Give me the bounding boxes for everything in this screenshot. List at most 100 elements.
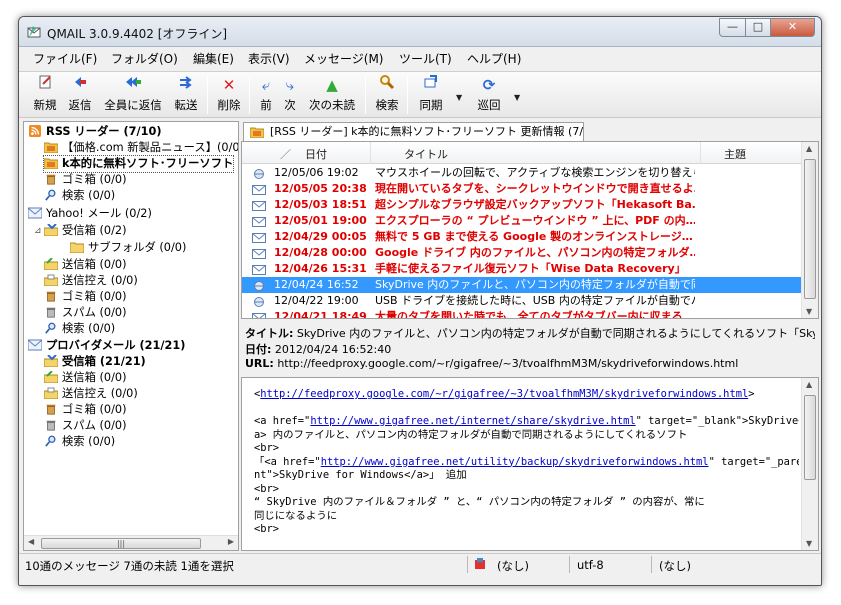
message-row[interactable]: 12/05/05 20:38 現在開いているタブを、シークレットウインドウで開き直… — [242, 181, 802, 197]
sync-dropdown-icon[interactable]: ▼ — [456, 93, 462, 102]
reply-button[interactable]: 返信 — [66, 74, 94, 113]
prev-button[interactable]: ⤶ 前 — [257, 74, 275, 113]
folder-item[interactable]: Yahoo! メール (0/2) — [28, 206, 152, 222]
menu-edit[interactable]: 編集(E) — [193, 50, 234, 67]
maximize-button[interactable]: □ — [745, 18, 771, 37]
title-column-header[interactable]: タイトル — [404, 146, 448, 162]
message-row[interactable]: 12/04/28 00:00 Google ドライブ 内のファイルと、パソコン内の… — [242, 245, 802, 261]
subject-column-header[interactable]: 主題 — [724, 146, 746, 162]
message-row[interactable]: 12/04/24 16:52 SkyDrive 内のファイルと、パソコン内の特定フ… — [242, 277, 802, 293]
folder-item[interactable]: 検索 (0/0) — [44, 434, 115, 450]
message-row[interactable]: 12/05/01 19:00 エクスプローラの “ プレビューウインドウ ” 上に… — [242, 213, 802, 229]
folder-item[interactable]: スパム (0/0) — [44, 305, 126, 321]
folder-item[interactable]: ゴミ箱 (0/0) — [44, 289, 126, 305]
body-link[interactable]: http://feedproxy.google.com/~r/gigafree/… — [260, 388, 748, 400]
message-header: タイトル: SkyDrive 内のファイルと、パソコン内の特定フォルダが自動で同… — [241, 321, 819, 377]
forward-button[interactable]: 転送 — [171, 74, 201, 113]
minimize-button[interactable]: — — [719, 18, 746, 37]
unread-mail-icon — [252, 312, 266, 318]
scroll-up-icon[interactable]: ▲ — [806, 380, 812, 389]
folder-label: Yahoo! メール (0/2) — [46, 207, 152, 220]
trash-icon — [44, 403, 62, 416]
menu-file[interactable]: ファイル(F) — [33, 50, 97, 67]
tab-label: [RSS リーダー] k本的に無料ソフト･フリーソフト 更新情報 (7/10) — [270, 125, 584, 138]
tree-expander-icon[interactable]: ⊿ — [34, 223, 42, 239]
unread-mail-icon — [252, 264, 266, 275]
scroll-thumb[interactable]: ||| — [41, 538, 201, 549]
message-title-cell: USB ドライブを接続した時に、USB 内の特定ファイルが自動でバ… — [375, 294, 695, 307]
folder-item[interactable]: 送信控え (0/0) — [44, 386, 138, 402]
folder-item[interactable]: 送信控え (0/0) — [44, 273, 138, 289]
message-url[interactable]: http://feedproxy.google.com/~r/gigafree/… — [277, 357, 738, 370]
folder-item[interactable]: 検索 (0/0) — [44, 321, 115, 337]
toolbar-separator — [407, 76, 408, 114]
folder-item[interactable]: RSS リーダー (7/10) — [28, 124, 162, 140]
folder-tree-hscrollbar[interactable]: ◀ ||| ▶ — [24, 535, 238, 550]
search-folder-icon — [44, 189, 62, 202]
folder-item[interactable]: 送信箱 (0/0) — [44, 257, 126, 273]
patrol-dropdown-icon[interactable]: ▼ — [514, 93, 520, 102]
folder-item[interactable]: ゴミ箱 (0/0) — [44, 402, 126, 418]
feed-folder-icon — [44, 141, 62, 154]
folder-label: ゴミ箱 (0/0) — [62, 173, 127, 186]
reply-all-button[interactable]: 全員に返信 — [101, 74, 165, 113]
sort-column-header[interactable]: ／ — [280, 146, 291, 162]
folder-item[interactable]: 検索 (0/0) — [44, 188, 115, 204]
menu-message[interactable]: メッセージ(M) — [304, 50, 383, 67]
sync-button[interactable]: 同期 — [417, 74, 445, 113]
message-row[interactable]: 12/04/22 19:00 USB ドライブを接続した時に、USB 内の特定ファ… — [242, 293, 802, 309]
menu-view[interactable]: 表示(V) — [248, 50, 290, 67]
folder-item[interactable]: 【価格.com 新製品ニュース】(0/0 — [44, 140, 238, 156]
folder-item[interactable]: k本的に無料ソフト･フリーソフト — [42, 155, 235, 173]
unread-mail-icon — [252, 232, 266, 243]
scroll-down-icon[interactable]: ▼ — [806, 539, 812, 548]
folder-tree: ◀ ||| ▶ RSS リーダー (7/10) 【価格.com 新製品ニュース】(… — [23, 121, 239, 551]
body-link[interactable]: http://www.gigafree.net/utility/backup/s… — [321, 456, 709, 468]
message-row[interactable]: 12/04/21 18:49 大量のタブを開いた時でも、全てのタブがタブバー内に収… — [242, 309, 802, 319]
patrol-button[interactable]: ⟳ 巡回 — [475, 74, 503, 113]
folder-item[interactable]: ゴミ箱 (0/0) — [44, 172, 126, 188]
scroll-up-icon[interactable]: ▲ — [806, 144, 812, 153]
message-date-cell: 12/04/21 18:49 — [274, 310, 367, 319]
message-row[interactable]: 12/05/03 18:51 超シンプルなブラウザ設定バックアップソフト「Heka… — [242, 197, 802, 213]
message-body[interactable]: <http://feedproxy.google.com/~r/gigafree… — [241, 377, 819, 551]
message-list-vscrollbar[interactable]: ▲ ▼ — [801, 142, 818, 318]
close-button[interactable]: ✕ — [770, 18, 815, 37]
folder-item[interactable]: プロバイダメール (21/21) — [28, 338, 185, 354]
message-row[interactable]: 12/04/29 00:05 無料で 5 GB まで使える Google 製のオン… — [242, 229, 802, 245]
status-divider — [467, 556, 468, 573]
trash-icon — [44, 173, 62, 186]
folder-item[interactable]: サブフォルダ (0/0) — [70, 240, 186, 256]
message-row[interactable]: 12/05/06 19:02 マウスホイールの回転で、アクティブな検索エンジンを切… — [242, 165, 802, 181]
new-button[interactable]: 新規 — [31, 74, 59, 113]
scroll-thumb[interactable] — [804, 395, 816, 480]
date-column-header[interactable]: 日付 — [305, 146, 327, 162]
delete-button[interactable]: ✕ 削除 — [215, 74, 243, 113]
message-date-cell: 12/04/22 19:00 — [274, 294, 359, 307]
scroll-right-icon[interactable]: ▶ — [228, 537, 234, 546]
folder-label: スパム (0/0) — [62, 306, 127, 319]
message-list: ／ 日付 タイトル 主題 12/05/06 19:02 マウスホイールの回転で、ア… — [241, 141, 819, 319]
column-divider — [700, 142, 701, 164]
folder-item[interactable]: 受信箱 (0/2) — [44, 223, 126, 239]
folder-item[interactable]: 受信箱 (21/21) — [44, 354, 146, 370]
scroll-thumb[interactable] — [804, 159, 816, 299]
folder-item[interactable]: 送信箱 (0/0) — [44, 370, 126, 386]
scroll-down-icon[interactable]: ▼ — [806, 307, 812, 316]
body-link[interactable]: http://www.gigafree.net/internet/share/s… — [310, 415, 635, 427]
menu-bar: ファイル(F) フォルダ(O) 編集(E) 表示(V) メッセージ(M) ツール… — [19, 47, 821, 69]
tab-rss-folder[interactable]: [RSS リーダー] k本的に無料ソフト･フリーソフト 更新情報 (7/10) — [243, 122, 584, 142]
menu-folder[interactable]: フォルダ(O) — [111, 50, 178, 67]
search-button[interactable]: 検索 — [373, 74, 401, 113]
message-body-vscrollbar[interactable]: ▲ ▼ — [801, 378, 818, 550]
next-button[interactable]: ⤷ 次 — [281, 74, 299, 113]
title-bar[interactable]: QMAIL 3.0.9.4402 [オフライン] — □ ✕ — [19, 17, 821, 47]
message-row[interactable]: 12/04/26 15:31 手軽に使えるファイル復元ソフト「Wise Data … — [242, 261, 802, 277]
menu-help[interactable]: ヘルプ(H) — [467, 50, 521, 67]
message-date-cell: 12/05/05 20:38 — [274, 182, 367, 195]
message-date-cell: 12/05/03 18:51 — [274, 198, 367, 211]
scroll-left-icon[interactable]: ◀ — [28, 537, 34, 546]
next-unread-button[interactable]: ▲ 次の未読 — [306, 74, 358, 113]
folder-item[interactable]: スパム (0/0) — [44, 418, 126, 434]
menu-tools[interactable]: ツール(T) — [399, 50, 452, 67]
